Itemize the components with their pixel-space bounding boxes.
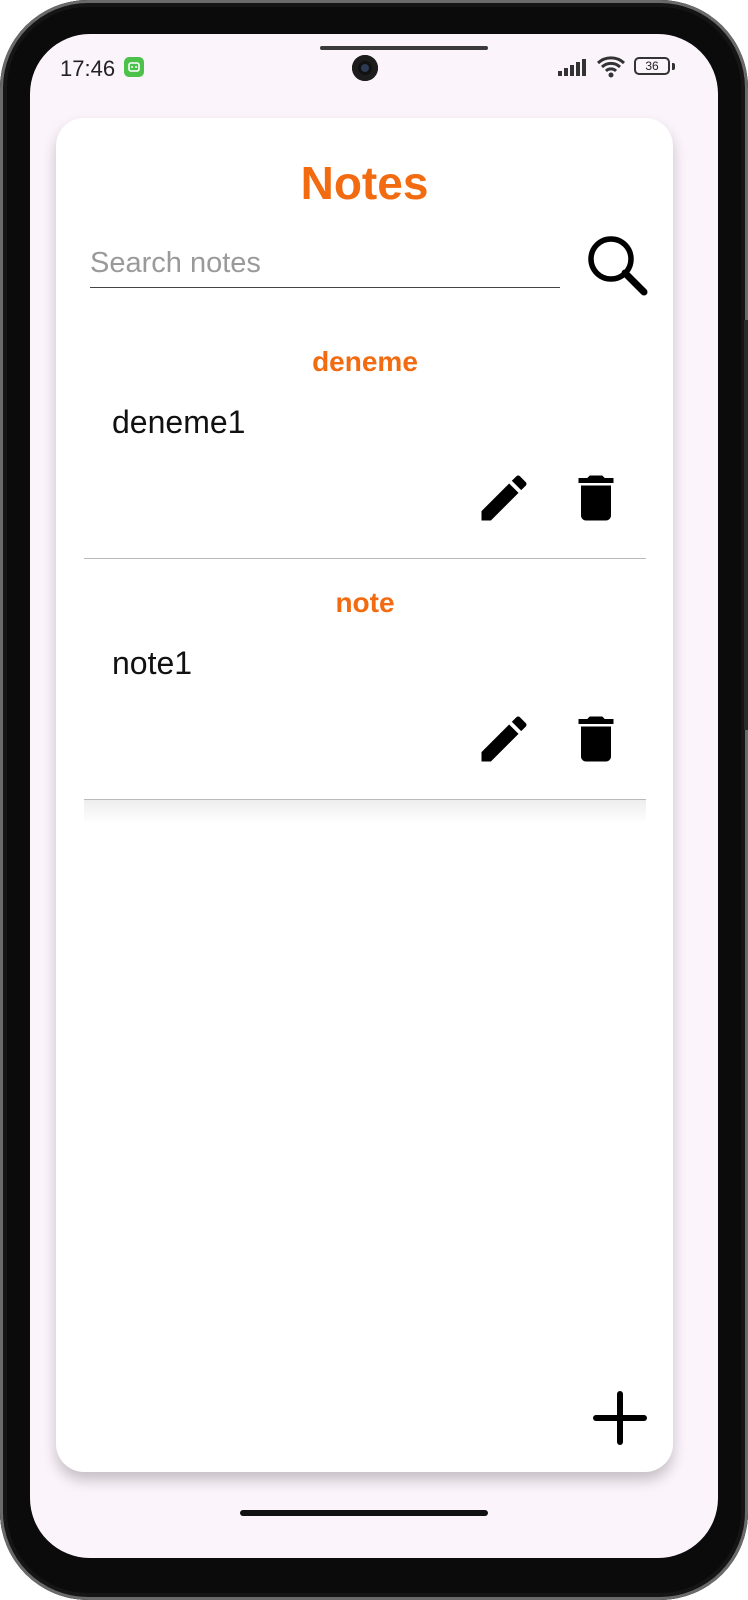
wifi-icon (596, 55, 626, 79)
delete-icon[interactable] (566, 709, 626, 769)
side-button (744, 320, 748, 620)
battery-icon: 36 (634, 57, 670, 75)
list-shadow (84, 800, 646, 824)
front-camera (352, 55, 378, 81)
battery-tip (672, 63, 675, 70)
note-item[interactable]: note note1 (84, 559, 646, 800)
status-bar: 17:46 36 (30, 34, 718, 98)
note-title: note (335, 587, 395, 618)
side-button (744, 600, 748, 730)
status-time: 17:46 (60, 56, 116, 81)
phone-frame: 17:46 36 Notes Search notes deneme denem… (0, 0, 748, 1600)
note-title: deneme (312, 346, 418, 377)
page-title: Notes (300, 157, 429, 209)
note-list: deneme deneme1 note note1 (84, 318, 646, 800)
screen: 17:46 36 Notes Search notes deneme denem… (30, 34, 718, 1558)
notes-card: Notes deneme deneme1 (56, 118, 673, 1472)
signal-icon (558, 58, 588, 76)
search-input[interactable] (90, 240, 560, 288)
home-indicator[interactable] (240, 1510, 488, 1516)
add-icon[interactable] (590, 1388, 650, 1448)
edit-icon[interactable] (474, 468, 534, 528)
search-icon[interactable] (584, 232, 650, 298)
note-body: note1 (112, 645, 193, 681)
edit-icon[interactable] (474, 709, 534, 769)
note-body: deneme1 (112, 404, 246, 440)
delete-icon[interactable] (566, 468, 626, 528)
app-notification-icon (124, 57, 144, 77)
note-item[interactable]: deneme deneme1 (84, 318, 646, 559)
